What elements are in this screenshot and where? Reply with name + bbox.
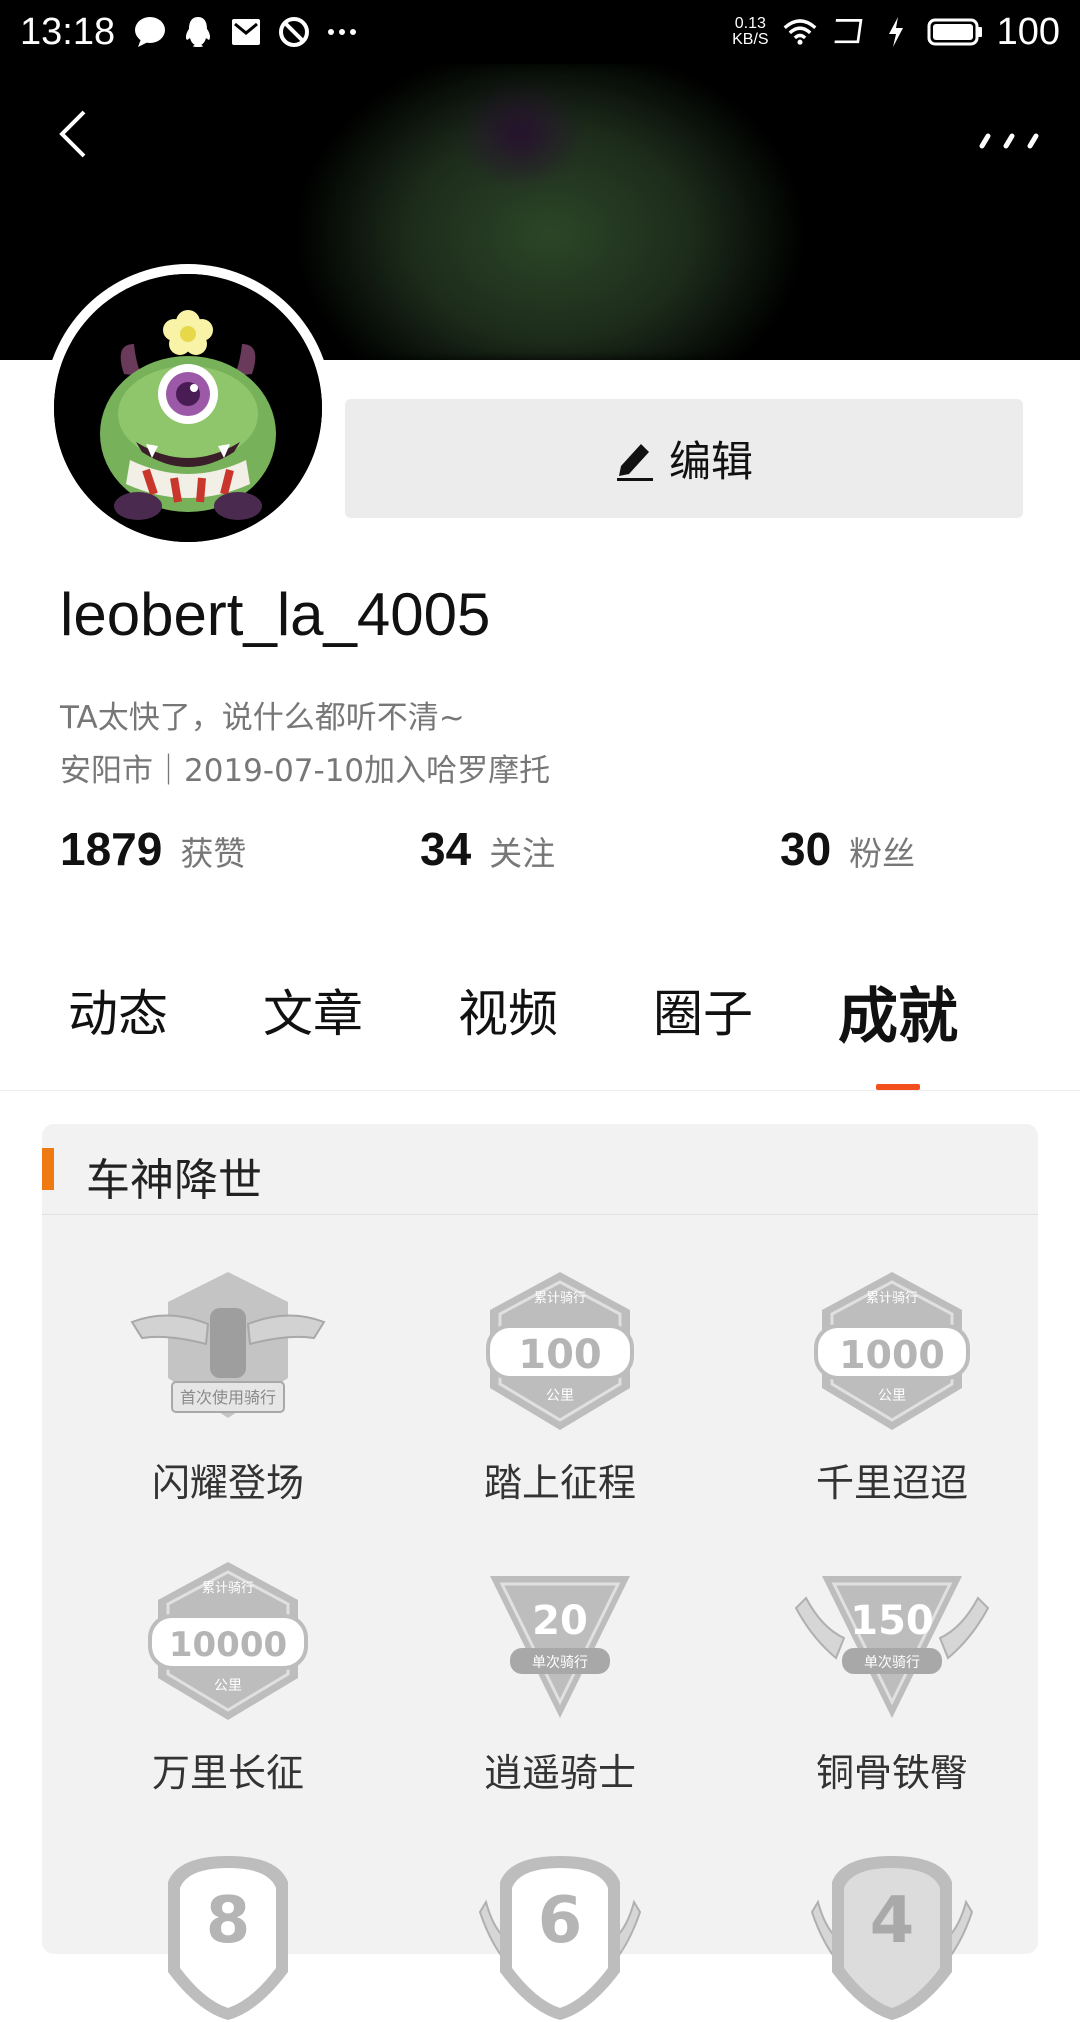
monster-avatar-icon [54, 274, 322, 542]
network-speed: 0.13 KB/S [732, 15, 769, 48]
badge-shield-6[interactable]: 6 [430, 1852, 690, 2022]
section-title: 车神降世 [86, 1155, 262, 1206]
location-join-date: 安阳市｜2019-07-10加入哈罗摩托 [60, 753, 551, 789]
tabs-divider [0, 1090, 1080, 1091]
badge-10000km[interactable]: 累计骑行 10000 公里 万里长征 [98, 1558, 358, 1797]
wifi-icon [783, 15, 817, 49]
svg-text:6: 6 [538, 1884, 583, 1958]
tab-posts[interactable]: 动态 [68, 974, 168, 1046]
svg-text:公里: 公里 [214, 1678, 242, 1694]
svg-text:1000: 1000 [839, 1333, 945, 1377]
battery-icon [927, 15, 983, 49]
blocked-icon [277, 15, 311, 49]
badge-label: 万里长征 [151, 1751, 304, 1795]
likes-label: 获赞 [180, 834, 247, 873]
single-ride-wings-badge-icon: 150 单次骑行 [794, 1576, 990, 1718]
tab-articles[interactable]: 文章 [263, 974, 363, 1046]
shield-badge-icon: 8 [168, 1856, 288, 2020]
distance-badge-icon: 累计骑行 1000 公里 [814, 1272, 970, 1430]
badge-shield-8[interactable]: 8 [98, 1852, 358, 2022]
badge-single-20[interactable]: 20 单次骑行 逍遥骑士 [430, 1558, 690, 1797]
username: leobert_la_4005 [60, 581, 491, 648]
badge-first-ride[interactable]: 首次使用骑行 闪耀登场 [98, 1268, 358, 1507]
following-count: 34 [420, 823, 472, 875]
edit-label: 编辑 [668, 437, 753, 486]
svg-text:单次骑行: 单次骑行 [864, 1655, 920, 1671]
back-button[interactable] [48, 104, 98, 164]
tab-circles[interactable]: 圈子 [653, 974, 753, 1046]
svg-text:累计骑行: 累计骑行 [534, 1291, 586, 1306]
likes-count: 1879 [60, 823, 163, 875]
svg-text:100: 100 [518, 1332, 602, 1378]
avatar[interactable] [54, 274, 322, 542]
bio: TA太快了，说什么都听不清~ [60, 700, 465, 736]
first-ride-wings-badge-icon: 首次使用骑行 [130, 1272, 326, 1418]
status-time: 13:18 [20, 10, 116, 53]
qq-icon [181, 15, 215, 49]
single-ride-badge-icon: 20 单次骑行 [490, 1576, 630, 1718]
section-accent-bar [42, 1148, 54, 1190]
cast-icon [831, 15, 865, 49]
svg-text:4: 4 [870, 1884, 915, 1958]
badge-shield-4[interactable]: 4 [762, 1852, 1022, 2022]
badge-single-150[interactable]: 150 单次骑行 铜骨铁臀 [762, 1558, 1022, 1797]
svg-text:单次骑行: 单次骑行 [532, 1655, 588, 1671]
pencil-icon [616, 443, 653, 481]
following-label: 关注 [489, 834, 556, 873]
stat-likes[interactable]: 1879 获赞 [60, 822, 246, 876]
svg-text:累计骑行: 累计骑行 [866, 1291, 918, 1306]
status-bar: 13:18 0.13 KB/S 100 [0, 0, 1080, 64]
more-dots-icon [979, 133, 1039, 149]
badge-label: 逍遥骑士 [483, 1751, 636, 1795]
svg-text:公里: 公里 [878, 1388, 906, 1404]
followers-label: 粉丝 [849, 834, 916, 873]
distance-badge-icon: 累计骑行 10000 公里 [148, 1562, 308, 1720]
svg-text:10000: 10000 [169, 1625, 287, 1665]
badge-1000km[interactable]: 累计骑行 1000 公里 千里迢迢 [762, 1268, 1022, 1507]
tab-videos[interactable]: 视频 [458, 974, 558, 1046]
notification-icons [133, 15, 359, 49]
mail-icon [229, 15, 263, 49]
svg-text:8: 8 [206, 1884, 251, 1958]
svg-text:累计骑行: 累计骑行 [202, 1581, 254, 1596]
svg-text:150: 150 [850, 1598, 934, 1644]
badge-label: 千里迢迢 [815, 1461, 968, 1505]
svg-text:首次使用骑行: 首次使用骑行 [180, 1388, 276, 1407]
shield-badge-icon: 4 [810, 1856, 974, 2020]
more-button[interactable] [974, 124, 1044, 154]
stat-followers[interactable]: 30 粉丝 [780, 822, 915, 876]
followers-count: 30 [780, 823, 832, 875]
badge-label: 踏上征程 [483, 1461, 636, 1505]
stat-following[interactable]: 34 关注 [420, 822, 555, 876]
svg-text:公里: 公里 [546, 1388, 574, 1404]
badge-label: 闪耀登场 [151, 1461, 304, 1505]
system-icons: 0.13 KB/S 100 [732, 11, 1060, 54]
distance-badge-icon: 累计骑行 100 公里 [486, 1272, 634, 1430]
cover-image [240, 64, 880, 360]
chat-bubble-icon [133, 15, 167, 49]
profile-tabs: 动态 文章 视频 圈子 成就 [0, 960, 1080, 1090]
tab-achievements[interactable]: 成就 [838, 968, 958, 1055]
more-dots-icon [325, 15, 359, 49]
shield-badge-icon: 6 [478, 1856, 642, 2020]
svg-text:20: 20 [532, 1598, 588, 1644]
battery-percent: 100 [996, 10, 1060, 53]
badge-100km[interactable]: 累计骑行 100 公里 踏上征程 [430, 1268, 690, 1507]
chevron-left-icon [59, 110, 86, 158]
edit-profile-button[interactable]: 编辑 [345, 399, 1023, 518]
achievement-card: 车神降世 首次使用骑行 闪耀登场 累计骑行 100 公里 踏上征程 累计骑行 1… [42, 1124, 1038, 2020]
charging-icon [879, 15, 913, 49]
badge-label: 铜骨铁臀 [815, 1751, 968, 1795]
section-header: 车神降世 [42, 1124, 1038, 1215]
